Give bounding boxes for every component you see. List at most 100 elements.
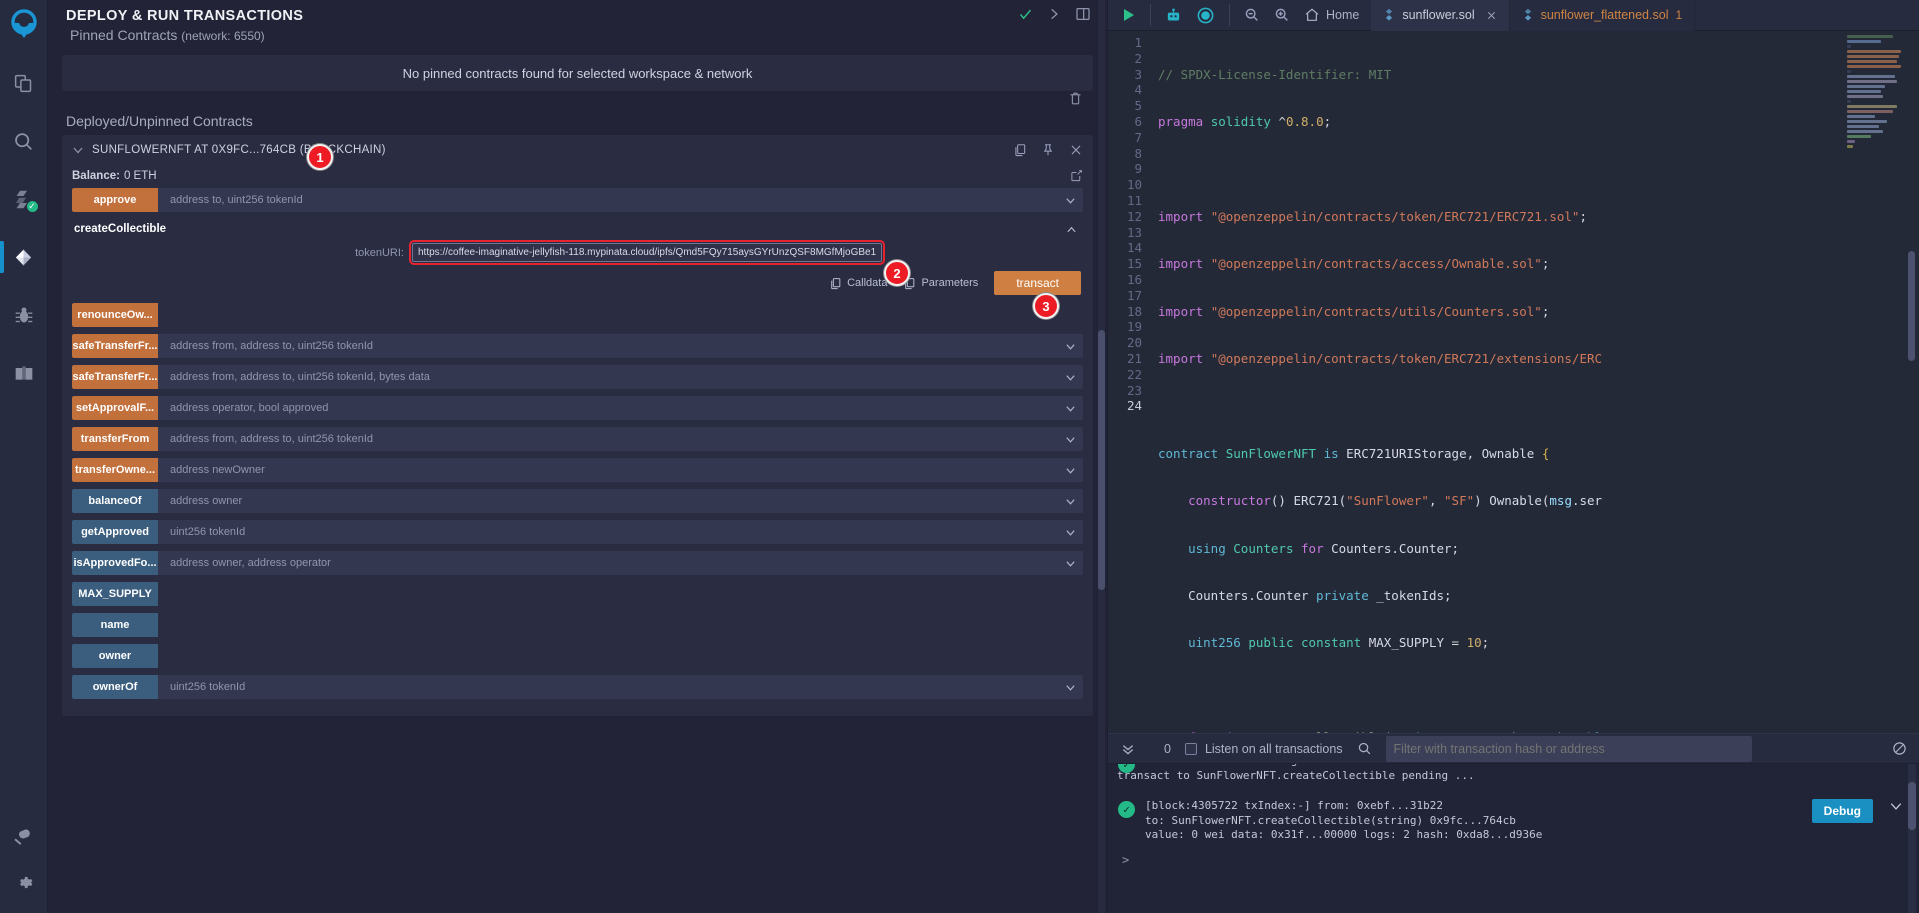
collapse-createcollectible-icon[interactable]	[1066, 224, 1083, 235]
expand-safetransferfrom-1-icon[interactable]	[1057, 334, 1083, 358]
function-args-approve: address to, uint256 tokenId	[170, 194, 303, 206]
function-args-setapprovalforall: address operator, bool approved	[170, 402, 329, 414]
editor-code-lines[interactable]: // SPDX-License-Identifier: MIT pragma s…	[1154, 35, 1919, 733]
function-row-safetransferfrom-2: safeTransferFr... address from, address …	[72, 365, 1083, 389]
function-button-max-supply[interactable]: MAX_SUPPLY	[72, 582, 158, 606]
pin-contract-icon[interactable]	[1041, 143, 1055, 157]
function-button-renounceownership[interactable]: renounceOw...	[72, 303, 158, 327]
sidebar-item-deploy-run[interactable]	[0, 234, 48, 280]
function-args-owner	[158, 644, 1083, 668]
chevron-down-icon[interactable]	[72, 144, 84, 156]
home-button[interactable]: Home	[1304, 7, 1359, 23]
sidebar-item-debugger[interactable]	[0, 292, 48, 338]
terminal-toolbar: 0 Listen on all transactions	[1108, 734, 1919, 764]
function-button-balanceof[interactable]: balanceOf	[72, 489, 158, 513]
function-button-ownerof[interactable]: ownerOf	[72, 675, 158, 699]
tab-sunflower-flattened-sol[interactable]: sunflower_flattened.sol 1	[1509, 0, 1696, 31]
line-number: 6	[1134, 113, 1142, 129]
terminal-scrollbar-thumb[interactable]	[1908, 782, 1916, 830]
solidity-file-icon	[1383, 8, 1395, 22]
listen-all-transactions-toggle[interactable]: Listen on all transactions	[1184, 742, 1343, 756]
createcollectible-header[interactable]: createCollectible	[72, 219, 1083, 241]
parameters-button[interactable]: Parameters	[903, 277, 978, 290]
chevron-right-icon[interactable]	[1047, 7, 1061, 21]
function-button-transferfrom[interactable]: transferFrom	[72, 427, 158, 451]
code-line: using Counters for Counters.Counter;	[1188, 540, 1460, 556]
tokenuri-input[interactable]	[409, 240, 885, 265]
code-line: constructor() ERC721("SunFlower", "SF") …	[1188, 493, 1603, 509]
listen-checkbox[interactable]	[1184, 742, 1197, 755]
terminal-log-output[interactable]: ✓ data: 0x608...a0033 logs: 1 hash: 0x98…	[1108, 764, 1919, 913]
debug-button[interactable]: Debug	[1811, 799, 1873, 823]
transact-button[interactable]: transact	[994, 271, 1081, 295]
ai-assistant-icon[interactable]	[1165, 7, 1182, 24]
sidebar-item-solidity-compiler[interactable]: ✓	[0, 176, 48, 222]
rail-bottom-group	[0, 813, 48, 905]
expand-isapprovedforall-icon[interactable]	[1057, 551, 1083, 575]
delete-all-icon[interactable]	[1068, 91, 1083, 106]
line-number: 16	[1126, 271, 1142, 287]
function-button-setapprovalforall[interactable]: setApprovalF...	[72, 396, 158, 420]
expand-log-icon[interactable]	[1883, 799, 1909, 813]
sidebar-item-search[interactable]	[0, 118, 48, 164]
expand-approve-icon[interactable]	[1057, 188, 1083, 212]
check-icon[interactable]	[1018, 7, 1033, 22]
remix-ide-window: ✓ DEPLOY & RUN TRANSACTIONS Pinned Contr…	[0, 0, 1919, 913]
function-button-safetransferfrom-2[interactable]: safeTransferFr...	[72, 365, 158, 389]
close-contract-icon[interactable]	[1069, 143, 1083, 157]
tab-sunflower-sol[interactable]: sunflower.sol	[1371, 0, 1510, 31]
settings-gear-icon[interactable]	[0, 859, 48, 905]
line-number: 4	[1134, 82, 1142, 98]
zoom-out-icon[interactable]	[1244, 7, 1260, 23]
log-line: [block:4305722 txIndex:-] from: 0xebf...…	[1145, 799, 1444, 812]
function-button-approve[interactable]: approve	[72, 188, 158, 212]
expand-balanceof-icon[interactable]	[1057, 489, 1083, 513]
toggle-icon[interactable]	[1196, 6, 1215, 25]
clear-console-icon[interactable]	[1892, 741, 1907, 756]
function-row-transferownership: transferOwne... address newOwner	[72, 458, 1083, 482]
function-button-name[interactable]: name	[72, 613, 158, 637]
terminal-prompt[interactable]: >	[1118, 853, 1909, 867]
editor-content[interactable]: 1 2 3 4 5 6 7 8 9 10 11 12 13 14 15 16 1	[1108, 31, 1919, 733]
code-editor[interactable]: 1 2 3 4 5 6 7 8 9 10 11 12 13 14 15 16 1	[1108, 31, 1919, 733]
line-number-current: 24	[1126, 398, 1142, 414]
expand-safetransferfrom-2-icon[interactable]	[1057, 365, 1083, 389]
expand-setapprovalforall-icon[interactable]	[1057, 396, 1083, 420]
expand-ownerof-icon[interactable]	[1057, 675, 1083, 699]
editor-scrollbar-thumb[interactable]	[1908, 251, 1915, 361]
line-number: 22	[1126, 366, 1142, 382]
calldata-button[interactable]: Calldata	[829, 277, 887, 290]
copy-address-icon[interactable]	[1013, 143, 1027, 157]
tab-label-sunflower-flattened: sunflower_flattened.sol	[1540, 8, 1669, 22]
plug-icon[interactable]	[0, 813, 48, 859]
function-button-transferownership[interactable]: transferOwne...	[72, 458, 158, 482]
function-expanded-createcollectible: createCollectible tokenURI: Calldata	[72, 219, 1083, 295]
editor-minimap[interactable]	[1847, 35, 1903, 148]
layout-panel-icon[interactable]	[1075, 6, 1091, 22]
editor-tabs: sunflower.sol sunflower_flattened.sol 1	[1371, 0, 1696, 31]
log-success-icon: ✓	[1118, 801, 1135, 818]
edit-balance-icon[interactable]	[1070, 169, 1083, 182]
transaction-filter-input[interactable]	[1385, 735, 1752, 762]
line-number: 13	[1126, 224, 1142, 240]
expand-transferfrom-icon[interactable]	[1057, 427, 1083, 451]
close-tab-icon[interactable]	[1486, 10, 1497, 21]
function-button-owner[interactable]: owner	[72, 644, 158, 668]
contract-card-header[interactable]: SUNFLOWERNFT AT 0X9FC...764CB (BLOCKCHAI…	[62, 135, 1093, 165]
sidebar-item-plugin-manager[interactable]	[0, 350, 48, 396]
terminal-collapse-icon[interactable]	[1120, 741, 1136, 757]
terminal-search-icon[interactable]	[1357, 741, 1372, 756]
log-text: data: 0x608...a0033 logs: 1 hash: 0x98c.…	[1117, 764, 1838, 783]
expand-transferownership-icon[interactable]	[1057, 458, 1083, 482]
run-icon[interactable]	[1120, 7, 1136, 23]
panel-scrollbar-thumb[interactable]	[1098, 330, 1105, 590]
code-line: uint256 public constant MAX_SUPPLY = 10;	[1188, 635, 1490, 651]
function-button-getapproved[interactable]: getApproved	[72, 520, 158, 544]
editor-toolbar: Home sunflower.sol sunflower_flattened.s…	[1108, 0, 1919, 31]
function-button-isapprovedforall[interactable]: isApprovedFo...	[72, 551, 158, 575]
expand-getapproved-icon[interactable]	[1057, 520, 1083, 544]
function-button-safetransferfrom-1[interactable]: safeTransferFr...	[72, 334, 158, 358]
zoom-in-icon[interactable]	[1274, 7, 1290, 23]
sidebar-item-file-explorer[interactable]	[0, 60, 48, 106]
